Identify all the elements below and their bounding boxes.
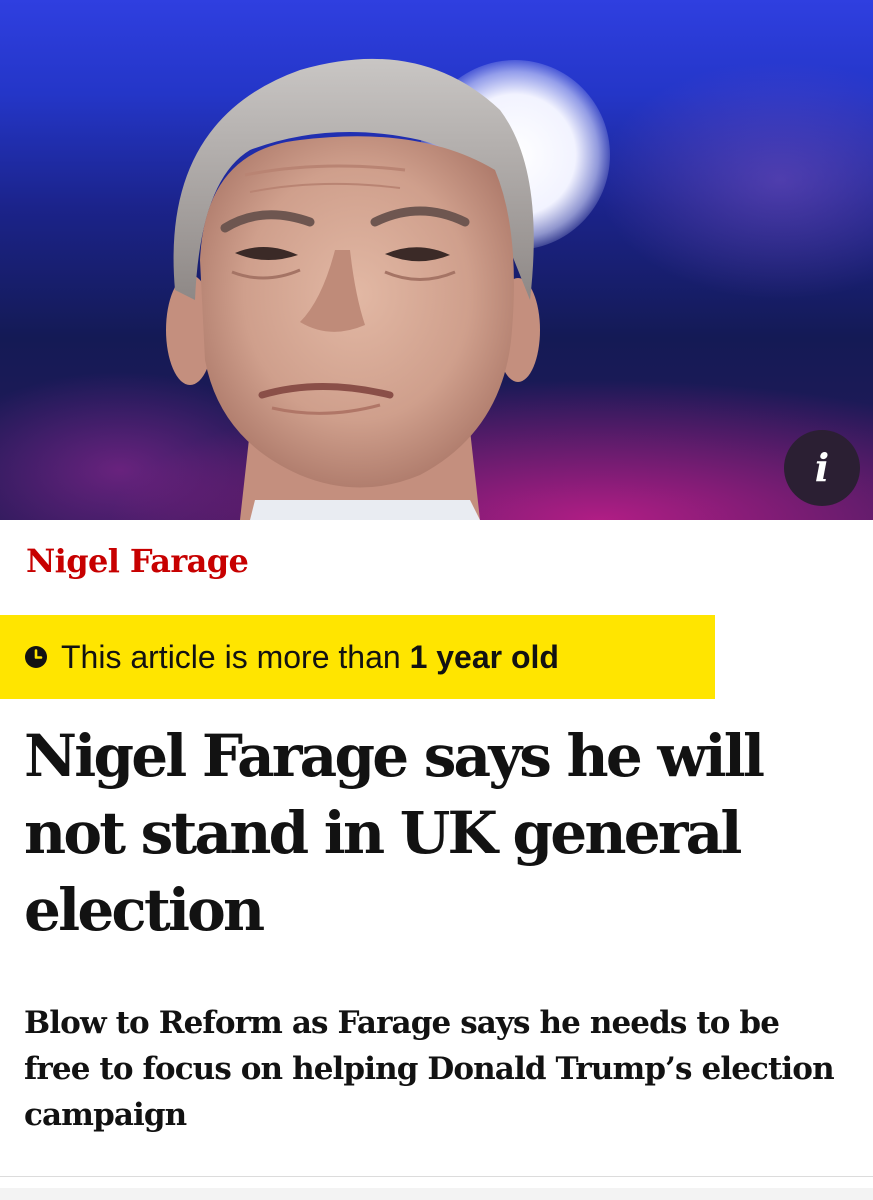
section-kicker-link[interactable]: Nigel Farage (26, 542, 249, 580)
age-warning-text: This article is more than 1 year old (61, 639, 559, 676)
divider-band (0, 1188, 873, 1200)
article-age-warning: This article is more than 1 year old (0, 615, 715, 699)
age-warning-prefix: This article is more than (61, 638, 410, 675)
clock-icon (25, 646, 47, 668)
hero-image: i (0, 0, 873, 520)
info-icon: i (814, 445, 830, 490)
portrait (166, 58, 540, 520)
article-standfirst: Blow to Reform as Farage says he needs t… (24, 1005, 835, 1133)
age-warning-emphasis: 1 year old (409, 638, 559, 675)
divider (0, 1176, 873, 1177)
article-headline: Nigel Farage says he will not stand in U… (24, 722, 765, 944)
image-info-button[interactable]: i (784, 430, 860, 506)
